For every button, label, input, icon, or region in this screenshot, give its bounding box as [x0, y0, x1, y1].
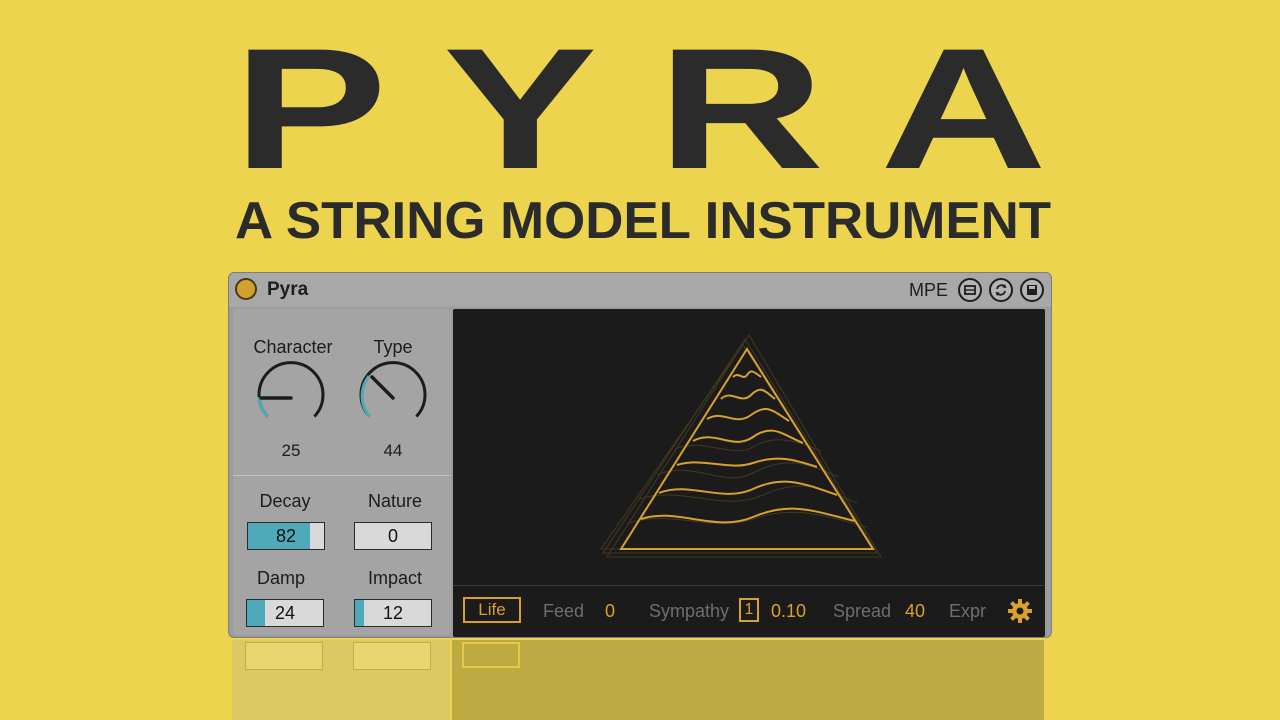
type-value: 44	[383, 441, 403, 460]
refresh-icon[interactable]	[989, 278, 1013, 302]
character-label: Character	[253, 337, 333, 357]
spread-label: Spread	[833, 601, 892, 621]
string-visualizer: Life Feed 0 Sympathy 1 0.10 Spread 40 Ex…	[453, 309, 1045, 637]
impact-value: 12	[382, 603, 404, 623]
sympathy-mode-box[interactable]: 1	[739, 598, 759, 622]
feed-value[interactable]: 0	[605, 601, 615, 622]
nature-label: Nature	[367, 491, 423, 511]
pyra-device: Pyra MPE Character 25 Type 44 Decay 82 N…	[228, 272, 1052, 638]
decay-numbox[interactable]: 82	[247, 522, 325, 550]
feed-label: Feed	[543, 601, 585, 621]
save-icon[interactable]	[1020, 278, 1044, 302]
sympathy-label: Sympathy	[649, 601, 730, 621]
character-value: 25	[281, 441, 301, 460]
gear-icon[interactable]	[1007, 598, 1033, 624]
bottom-bar: Life Feed 0 Sympathy 1 0.10 Spread 40 Ex…	[453, 585, 1045, 637]
decay-label: Decay	[259, 491, 311, 511]
panel-divider	[233, 475, 451, 476]
character-knob[interactable]	[253, 361, 329, 433]
life-button[interactable]: Life	[463, 597, 521, 623]
type-label: Type	[373, 337, 413, 357]
hero-subtitle-text: A STRING MODEL INSTRUMENT	[235, 192, 1051, 250]
sympathy-value[interactable]: 0.10	[771, 601, 806, 622]
decay-value: 82	[275, 526, 297, 546]
impact-label: Impact	[367, 568, 423, 588]
type-knob[interactable]	[355, 361, 431, 433]
hero-title: P Y R A	[233, 18, 1047, 188]
nature-numbox[interactable]: 0	[354, 522, 432, 550]
device-title-bar: Pyra MPE	[229, 273, 1051, 307]
pyramid-graphic	[600, 334, 882, 558]
mpe-label[interactable]: MPE	[909, 280, 948, 301]
damp-value: 24	[274, 603, 296, 623]
impact-numbox[interactable]: 12	[354, 599, 432, 627]
damp-label: Damp	[256, 568, 305, 588]
hero-subtitle: A STRING MODEL INSTRUMENT	[235, 192, 1051, 250]
expr-label[interactable]: Expr	[949, 601, 986, 622]
damp-numbox[interactable]: 24	[246, 599, 324, 627]
hero-title-text: P Y R A	[233, 18, 1047, 188]
spread-value[interactable]: 40	[905, 601, 925, 622]
device-name: Pyra	[267, 279, 309, 300]
nature-value: 0	[387, 526, 398, 546]
device-power-toggle[interactable]	[235, 278, 257, 300]
hot-swap-icon[interactable]	[958, 278, 982, 302]
device-reflection	[228, 640, 1052, 720]
